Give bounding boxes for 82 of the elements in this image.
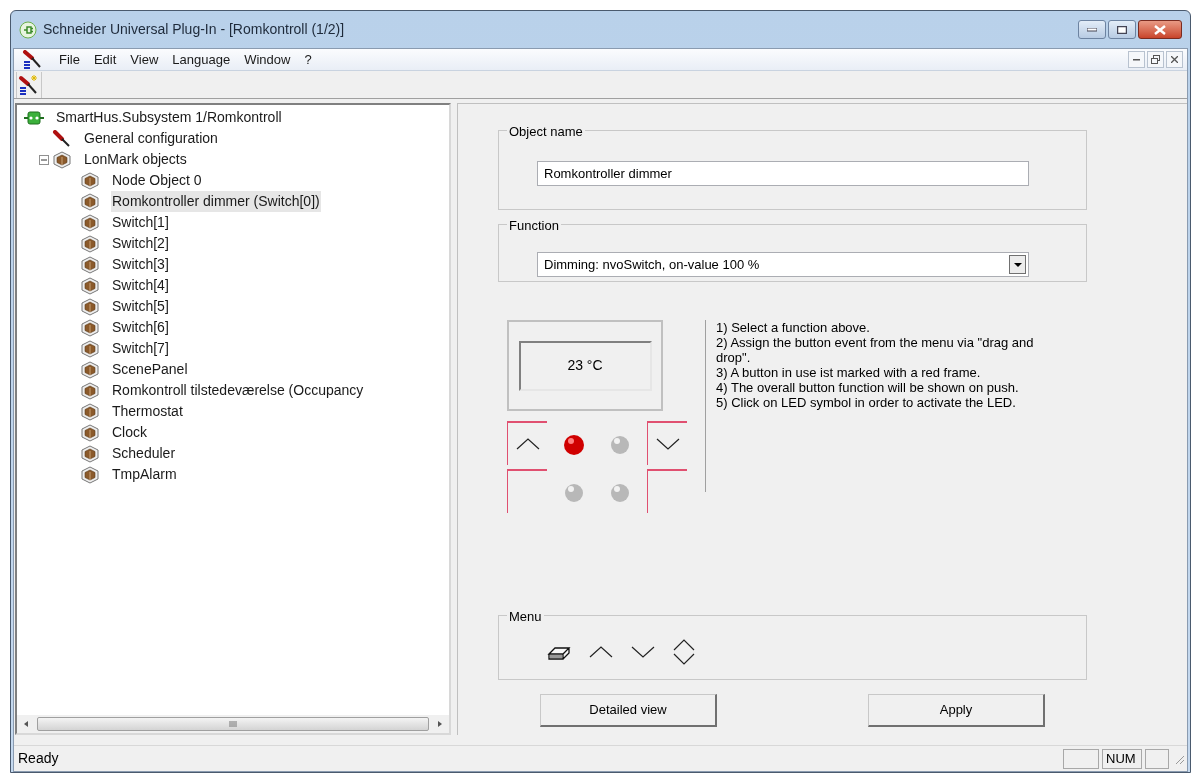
tree-item[interactable]: Scheduler (111, 443, 177, 464)
cube-icon (51, 150, 73, 169)
menu-item[interactable]: Language (165, 49, 238, 70)
panel-button[interactable] (507, 421, 547, 465)
instruction-text: 3) A button in use ist marked with a red frame. (716, 365, 982, 380)
tree-item[interactable]: SmartHus.Subsystem 1/Romkontroll (55, 107, 283, 128)
tree-item[interactable]: Switch[4] (111, 275, 170, 296)
cube-icon (79, 297, 101, 316)
led-icon[interactable] (563, 434, 585, 456)
close-button[interactable] (1138, 20, 1182, 39)
cube-icon (79, 465, 101, 484)
grip-icon (229, 721, 237, 727)
menu-item[interactable]: File (52, 49, 87, 70)
cube-icon (79, 276, 101, 295)
status-text: Ready (18, 749, 59, 768)
cube-icon (79, 339, 101, 358)
tree-item[interactable]: Node Object 0 (111, 170, 203, 191)
menu-item[interactable]: ? (297, 49, 319, 70)
collapse-icon[interactable] (39, 154, 49, 165)
tree-item[interactable]: General configuration (83, 128, 219, 149)
instruction-text: 2) Assign the button event from the menu via "drag and drop". (716, 335, 1035, 365)
connector-icon (23, 108, 45, 127)
screwdriver-icon (18, 73, 40, 96)
horizontal-scrollbar[interactable] (17, 715, 449, 733)
object-name-field[interactable]: Romkontroller dimmer (537, 161, 1029, 186)
cube-icon (79, 192, 101, 211)
instruction-text: 4) The overall button function will be shown on push. (716, 380, 1020, 395)
tree-item[interactable]: Switch[2] (111, 233, 170, 254)
minimize-icon (1133, 58, 1140, 61)
cube-icon (79, 423, 101, 442)
action-button[interactable]: Apply (868, 694, 1045, 727)
tree-item[interactable]: Thermostat (111, 401, 184, 422)
maximize-button[interactable] (1108, 20, 1136, 39)
restore-button[interactable] (1147, 51, 1164, 68)
menu-item[interactable]: View (123, 49, 166, 70)
cube-icon (79, 444, 101, 463)
cube-icon (79, 255, 101, 274)
cube-icon (79, 213, 101, 232)
tree-item[interactable]: LonMark objects (83, 149, 188, 170)
tree-item[interactable]: Switch[1] (111, 212, 170, 233)
cube-icon (79, 381, 101, 400)
app-icon (19, 20, 37, 39)
status-panel (1063, 748, 1099, 769)
cube-icon (79, 318, 101, 337)
function-dropdown[interactable]: Dimming: nvoSwitch, on-value 100 % (537, 252, 1029, 277)
window-title: Schneider Universal Plug-In - [Romkontroll (1/2)] (43, 20, 345, 39)
close-icon (1171, 56, 1178, 63)
status-indicator: NUM (1102, 748, 1142, 769)
tree-item[interactable]: Switch[6] (111, 317, 170, 338)
scrollbar-thumb[interactable] (37, 717, 429, 731)
dropdown-arrow-icon (1013, 262, 1022, 267)
toolbar-button[interactable] (16, 71, 42, 98)
instruction-text: 5) Click on LED symbol in order to activate the LED. (716, 395, 1017, 410)
close-button[interactable] (1166, 51, 1183, 68)
minimize-icon (1087, 27, 1097, 32)
cube-icon (79, 171, 101, 190)
minimize-button[interactable] (1128, 51, 1145, 68)
menu-item[interactable]: Edit (86, 49, 124, 70)
tree-item[interactable]: ScenePanel (111, 359, 189, 380)
screwdriver-icon (22, 49, 44, 70)
tree-item[interactable]: TmpAlarm (111, 464, 178, 485)
panel-button[interactable] (647, 469, 687, 513)
status-panel (1145, 748, 1169, 769)
cube-icon (79, 402, 101, 421)
action-button[interactable]: Detailed view (540, 694, 717, 727)
restore-icon (1151, 55, 1160, 64)
tree-item[interactable]: Switch[3] (111, 254, 170, 275)
close-icon (1154, 24, 1166, 35)
tree-item[interactable]: Romkontroll tilstedeværelse (Occupancy (111, 380, 365, 401)
tree-item[interactable]: Switch[7] (111, 338, 170, 359)
maximize-icon (1117, 25, 1127, 34)
menu-item[interactable]: Window (237, 49, 298, 70)
tree-item[interactable]: Romkontroller dimmer (Switch[0]) (111, 191, 321, 212)
up-down-arrow-icon[interactable] (673, 638, 695, 665)
panel-button[interactable] (507, 469, 547, 513)
tree-item[interactable]: Clock (111, 422, 148, 443)
cube-icon (79, 234, 101, 253)
panel-button[interactable] (647, 421, 687, 465)
temperature-display: 23 °C (518, 340, 652, 391)
tree-item[interactable]: Switch[5] (111, 296, 170, 317)
cube-icon (79, 360, 101, 379)
instruction-text: 1) Select a function above. (716, 320, 871, 335)
